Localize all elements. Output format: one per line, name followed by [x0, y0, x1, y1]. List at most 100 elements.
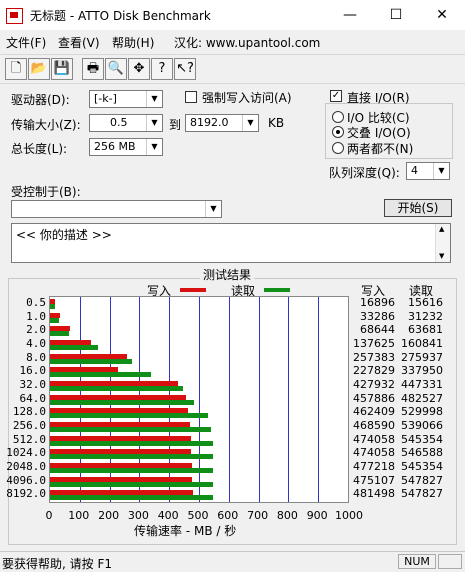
- x-tick-label: 800: [276, 509, 298, 522]
- row-label: 512.0: [12, 432, 46, 446]
- overlapped-io-radio[interactable]: [332, 126, 344, 138]
- transfer-to-select[interactable]: 8192.0 ▼: [185, 114, 259, 132]
- chevron-down-icon: ▼: [242, 115, 258, 131]
- read-bar: [50, 440, 213, 446]
- unit-label: KB: [268, 116, 285, 130]
- open-folder-button[interactable]: 📂: [28, 58, 50, 80]
- chevron-down-icon: ▼: [205, 201, 221, 217]
- length-select[interactable]: 256 MB ▼: [89, 138, 163, 156]
- row-label: 128.0: [12, 405, 46, 419]
- status-bar: 要获得帮助, 请按 F1 NUM: [0, 551, 465, 572]
- drive-select[interactable]: [-k-] ▼: [89, 90, 163, 108]
- controlled-by-label: 受控制于(B):: [11, 185, 81, 199]
- write-value: 475107: [353, 473, 395, 487]
- io-compare-radio[interactable]: [332, 111, 344, 123]
- row-label: 32.0: [19, 378, 47, 391]
- transfer-from-value: 0.5: [110, 116, 128, 129]
- print-button[interactable]: 🖶: [82, 58, 104, 80]
- read-value: 447331: [401, 378, 443, 391]
- transfer-to-value: 8192.0: [190, 116, 229, 129]
- read-bar: [50, 317, 60, 323]
- write-value: 457886: [353, 391, 395, 405]
- move-icon: ✥: [133, 61, 145, 76]
- drive-value: [-k-]: [94, 92, 117, 105]
- help-button[interactable]: ?: [151, 58, 173, 80]
- to-label: 到: [169, 118, 182, 132]
- maximize-button[interactable]: ☐: [373, 0, 419, 30]
- print-preview-button[interactable]: 🔍: [105, 58, 127, 80]
- direct-io-checkbox[interactable]: ✓: [330, 90, 342, 102]
- scroll-up-icon: ▲: [439, 225, 445, 233]
- read-value: 337950: [401, 364, 443, 378]
- read-bar: [50, 304, 55, 309]
- row-label: 8192.0: [6, 487, 46, 501]
- chevron-down-icon: ▼: [146, 91, 162, 107]
- queue-depth-value: 4: [411, 164, 418, 177]
- length-label: 总长度(L):: [11, 142, 68, 156]
- gridline: [288, 297, 290, 502]
- menu-localized-site: 汉化: www.upantool.com: [174, 36, 321, 50]
- read-bar: [50, 399, 194, 405]
- read-bar: [50, 454, 213, 460]
- new-button[interactable]: 🗋: [5, 58, 27, 80]
- read-legend-swatch: [264, 288, 290, 292]
- write-value: 427932: [353, 378, 395, 391]
- queue-depth-select[interactable]: 4 ▼: [406, 162, 450, 180]
- read-bar: [50, 358, 133, 364]
- transfer-size-label: 传输大小(Z):: [11, 118, 81, 132]
- chevron-down-icon: ▼: [433, 163, 449, 179]
- results-plot: [49, 296, 349, 503]
- row-label: 1.0: [26, 309, 46, 323]
- read-value: 529998: [401, 405, 443, 419]
- read-bar: [50, 372, 151, 378]
- move-button[interactable]: ✥: [128, 58, 150, 80]
- chevron-down-icon: ▼: [146, 139, 162, 155]
- close-button[interactable]: ✕: [419, 0, 465, 30]
- x-tick-label: 900: [306, 509, 328, 522]
- menu-file[interactable]: 文件(F): [6, 34, 46, 51]
- x-tick-label: 300: [127, 509, 149, 522]
- menu-view[interactable]: 查看(V): [58, 34, 100, 51]
- x-tick-label: 200: [98, 509, 120, 522]
- status-hint: 要获得帮助, 请按 F1: [2, 557, 112, 571]
- open-folder-icon: 📂: [30, 61, 48, 76]
- x-tick-label: 0: [45, 509, 53, 522]
- force-write-checkbox[interactable]: [185, 91, 197, 103]
- context-help-icon: ↖?: [176, 61, 194, 76]
- chevron-down-icon: ▼: [146, 115, 162, 131]
- write-value: 33286: [360, 309, 395, 323]
- context-help-button[interactable]: ↖?: [174, 58, 196, 80]
- direct-io-label: 直接 I/O(R): [347, 91, 410, 105]
- x-tick-label: 100: [68, 509, 90, 522]
- x-tick-label: 1000: [335, 509, 363, 522]
- x-tick-label: 500: [187, 509, 209, 522]
- write-value: 474058: [353, 432, 395, 446]
- start-button[interactable]: 开始(S): [384, 199, 452, 217]
- save-button[interactable]: 💾: [51, 58, 73, 80]
- read-bar: [50, 481, 214, 487]
- controlled-by-select[interactable]: ▼: [11, 200, 222, 218]
- row-label: 16.0: [19, 364, 47, 378]
- description-box[interactable]: << 你的描述 >> ▲ ▼: [11, 223, 451, 263]
- menu-help[interactable]: 帮助(H): [112, 34, 154, 51]
- print-icon: 🖶: [86, 61, 100, 76]
- length-value: 256 MB: [94, 140, 136, 153]
- minimize-button[interactable]: —: [327, 0, 373, 30]
- write-value: 477218: [353, 460, 395, 473]
- write-value: 16896: [360, 296, 395, 309]
- scroll-down-icon: ▼: [439, 252, 445, 260]
- row-label: 2048.0: [6, 460, 46, 473]
- neither-io-radio[interactable]: [332, 142, 344, 154]
- results-title: 测试结果: [200, 266, 255, 283]
- gridline: [258, 297, 260, 502]
- description-scrollbar[interactable]: ▲ ▼: [435, 224, 450, 262]
- x-tick-label: 700: [247, 509, 269, 522]
- row-label: 1024.0: [6, 446, 46, 460]
- read-value: 539066: [401, 419, 443, 432]
- new-icon: 🗋: [10, 61, 22, 76]
- write-value: 474058: [353, 446, 395, 460]
- overlapped-io-label: 交叠 I/O(O): [347, 126, 411, 140]
- row-label: 256.0: [12, 419, 46, 432]
- transfer-from-select[interactable]: 0.5 ▼: [89, 114, 163, 132]
- read-bar: [50, 345, 98, 350]
